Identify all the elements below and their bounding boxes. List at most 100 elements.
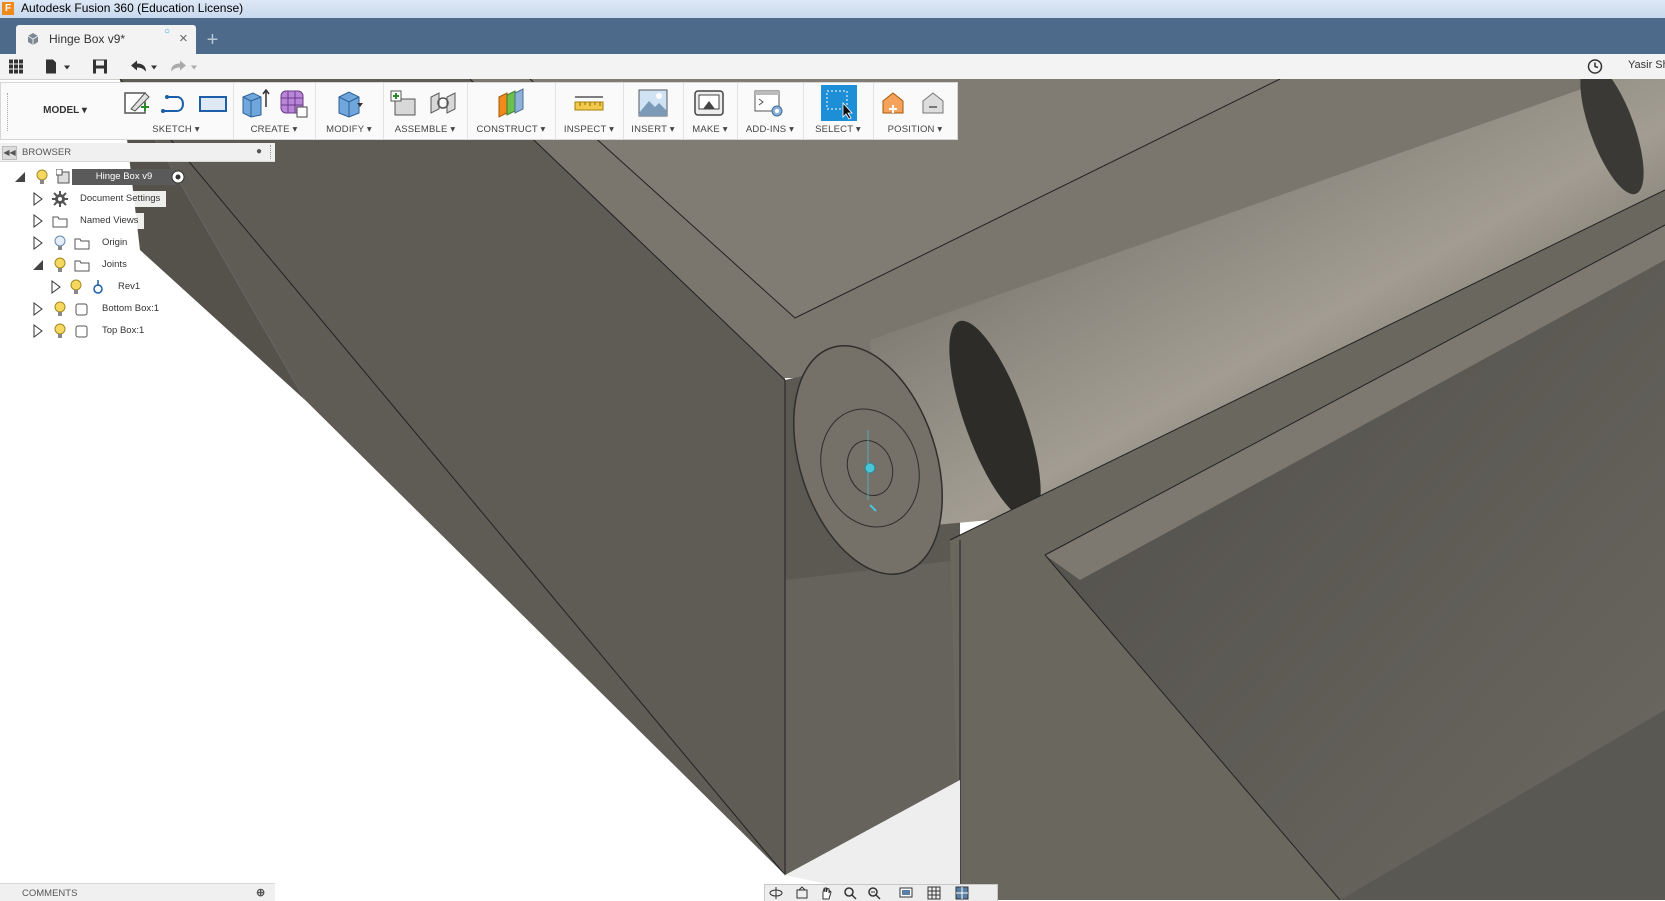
activate-component-icon[interactable] — [170, 169, 186, 185]
expanded-triangle-icon[interactable] — [14, 170, 26, 184]
collapsed-triangle-icon[interactable] — [32, 324, 44, 338]
tree-row-root[interactable]: Hinge Box v9 — [14, 167, 194, 187]
tree-row-origin[interactable]: Origin — [30, 233, 190, 253]
insert-group: INSERT ▾ — [623, 83, 684, 139]
construct-menu[interactable]: CONSTRUCT ▾ — [467, 124, 555, 135]
visibility-bulb-icon[interactable] — [54, 323, 66, 339]
sketch-menu[interactable]: SKETCH ▾ — [119, 124, 233, 135]
folder-icon — [52, 216, 68, 228]
form-icon[interactable] — [277, 87, 309, 119]
assemble-group: ASSEMBLE ▾ — [383, 83, 468, 139]
look-at-icon[interactable] — [795, 886, 809, 900]
grid-settings-icon[interactable] — [927, 886, 941, 900]
assemble-menu[interactable]: ASSEMBLE ▾ — [383, 124, 467, 135]
file-icon[interactable] — [44, 58, 72, 75]
select-menu[interactable]: SELECT ▾ — [803, 124, 873, 135]
addins-group: ADD-INS ▾ — [737, 83, 804, 139]
pin-icon[interactable]: ● — [256, 146, 262, 157]
collapsed-triangle-icon[interactable] — [50, 280, 62, 294]
visibility-bulb-icon[interactable] — [36, 169, 48, 185]
measure-icon[interactable] — [573, 87, 605, 119]
tree-row-document-settings[interactable]: Document Settings — [30, 189, 190, 209]
insert-image-icon[interactable] — [637, 87, 669, 119]
joint-icon[interactable] — [427, 87, 459, 119]
revert-position-icon[interactable] — [917, 87, 949, 119]
tree-label-origin[interactable]: Origin — [96, 235, 134, 251]
tree-row-rev1[interactable]: Rev1 — [48, 277, 208, 297]
revolute-joint-icon — [93, 280, 103, 294]
collapsed-triangle-icon[interactable] — [32, 302, 44, 316]
collapsed-triangle-icon[interactable] — [32, 214, 44, 228]
workspace-switcher[interactable]: MODEL ▾ — [15, 91, 115, 131]
panel-resize-grip[interactable] — [270, 145, 273, 159]
fit-icon[interactable] — [867, 886, 881, 900]
visibility-bulb-icon[interactable] — [54, 257, 66, 273]
inspect-group: INSPECT ▾ — [555, 83, 624, 139]
document-tab[interactable]: Hinge Box v9* ○ × — [16, 25, 196, 54]
tree-label-document-settings[interactable]: Document Settings — [74, 191, 167, 207]
3d-viewport[interactable] — [0, 79, 1665, 900]
add-comment-icon[interactable]: ⊕ — [256, 886, 265, 899]
new-tab-button[interactable]: + — [200, 30, 225, 52]
visibility-bulb-icon[interactable] — [54, 301, 66, 317]
create-sketch-icon[interactable] — [121, 87, 153, 119]
tree-label-bottom-box[interactable]: Bottom Box:1 — [96, 301, 166, 317]
apps-grid-icon[interactable] — [8, 58, 24, 75]
line-icon[interactable] — [159, 87, 191, 119]
inspect-menu[interactable]: INSPECT ▾ — [555, 124, 623, 135]
display-settings-icon[interactable] — [899, 886, 913, 900]
close-tab-icon[interactable]: × — [179, 30, 188, 47]
zoom-icon[interactable] — [843, 886, 857, 900]
toolbar-grip[interactable] — [7, 93, 11, 131]
tree-label-joints[interactable]: Joints — [96, 257, 133, 273]
redo-icon[interactable] — [168, 58, 198, 75]
tree-row-joints[interactable]: Joints — [30, 255, 190, 275]
tree-label-named-views[interactable]: Named Views — [74, 213, 145, 229]
insert-menu[interactable]: INSERT ▾ — [623, 124, 683, 135]
tree-label-top-box[interactable]: Top Box:1 — [96, 323, 151, 339]
expanded-triangle-icon[interactable] — [32, 258, 44, 272]
component-icon — [56, 169, 70, 184]
gear-icon — [52, 191, 68, 207]
collapsed-triangle-icon[interactable] — [32, 236, 44, 250]
collapsed-triangle-icon[interactable] — [32, 192, 44, 206]
clock-icon[interactable] — [1587, 58, 1603, 75]
visibility-bulb-icon[interactable] — [70, 279, 82, 295]
document-tab-label: Hinge Box v9* — [49, 32, 126, 46]
orbit-icon[interactable] — [769, 886, 783, 900]
document-tab-strip: Hinge Box v9* ○ × + — [0, 18, 1665, 54]
extrude-icon[interactable] — [239, 87, 271, 119]
hinge-box-model — [0, 79, 1665, 900]
navigation-bar — [764, 884, 998, 901]
tree-row-top-box[interactable]: Top Box:1 — [30, 321, 200, 341]
undo-icon[interactable] — [128, 58, 158, 75]
user-name[interactable]: Yasir Sh — [1628, 59, 1665, 71]
addins-menu[interactable]: ADD-INS ▾ — [737, 124, 803, 135]
capture-position-icon[interactable] — [879, 87, 911, 119]
select-icon[interactable] — [821, 85, 857, 121]
new-component-icon[interactable] — [389, 87, 421, 119]
tree-row-named-views[interactable]: Named Views — [30, 211, 190, 231]
window-title: Autodesk Fusion 360 (Education License) — [21, 1, 244, 15]
3d-print-icon[interactable] — [693, 87, 725, 119]
create-menu[interactable]: CREATE ▾ — [233, 124, 315, 135]
cloud-sync-icon: ○ — [164, 26, 171, 37]
modify-group: MODIFY ▾ — [315, 83, 384, 139]
press-pull-icon[interactable] — [333, 87, 365, 119]
tree-label-rev1[interactable]: Rev1 — [112, 279, 147, 295]
scripts-addins-icon[interactable] — [753, 87, 785, 119]
tree-label-root[interactable]: Hinge Box v9 — [72, 169, 176, 185]
rectangle-icon[interactable] — [197, 87, 229, 119]
title-bar: F Autodesk Fusion 360 (Education License… — [0, 0, 1665, 19]
make-menu[interactable]: MAKE ▾ — [683, 124, 737, 135]
tree-row-bottom-box[interactable]: Bottom Box:1 — [30, 299, 200, 319]
collapse-panel-icon[interactable]: ◀◀ — [2, 146, 17, 160]
pan-icon[interactable] — [819, 886, 833, 900]
position-menu[interactable]: POSITION ▾ — [873, 124, 957, 135]
component-icon — [75, 303, 88, 316]
save-icon[interactable] — [92, 58, 108, 75]
visibility-bulb-off-icon[interactable] — [54, 235, 66, 251]
offset-plane-icon[interactable] — [495, 87, 527, 119]
modify-menu[interactable]: MODIFY ▾ — [315, 124, 383, 135]
viewports-icon[interactable] — [955, 886, 969, 900]
